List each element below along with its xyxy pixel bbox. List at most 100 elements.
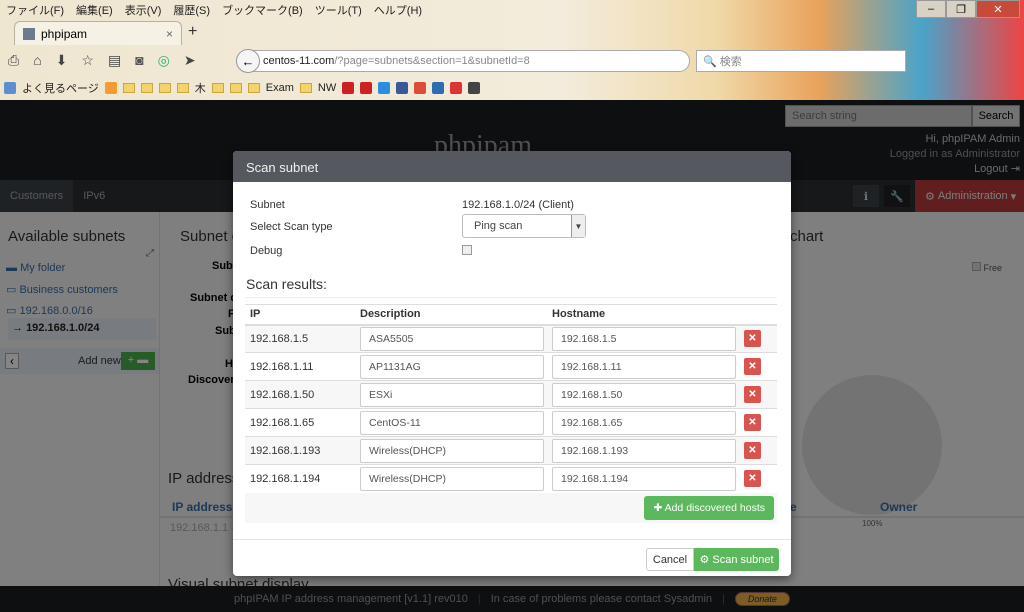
- bookmark-folder-nw[interactable]: NW: [318, 82, 336, 94]
- debug-checkbox[interactable]: [462, 245, 472, 255]
- menu-help[interactable]: ヘルプ(H): [374, 2, 422, 18]
- print-icon[interactable]: ⎙: [8, 52, 19, 69]
- browser-tab[interactable]: phpipam ×: [14, 21, 182, 45]
- scan-result-row: 192.168.1.5 ASA5505 192.168.1.5 ✕: [245, 324, 777, 353]
- menu-edit[interactable]: 編集(E): [76, 2, 113, 18]
- modal-footer: Cancel ⚙ Scan subnet: [233, 539, 791, 576]
- col-hostname: Hostname: [547, 304, 739, 326]
- remove-row-button[interactable]: ✕: [744, 442, 761, 459]
- menu-history[interactable]: 履歴(S): [173, 2, 210, 18]
- description-input[interactable]: CentOS-11: [360, 410, 544, 435]
- hostname-input[interactable]: 192.168.1.194: [552, 466, 736, 491]
- reader-icon[interactable]: ▤: [108, 52, 121, 69]
- add-hosts-label: Add discovered hosts: [664, 502, 765, 514]
- result-ip: 192.168.1.193: [245, 436, 355, 465]
- download-icon[interactable]: ⬇: [56, 52, 68, 69]
- cogs-icon: ⚙: [699, 554, 713, 566]
- chevron-down-icon: ▼: [571, 215, 585, 237]
- scan-result-row: 192.168.1.11 AP1131AG 192.168.1.11 ✕: [245, 352, 777, 381]
- folder-icon[interactable]: [211, 83, 224, 93]
- scan-subnet-button[interactable]: ⚙ Scan subnet: [694, 548, 779, 571]
- remove-row-button[interactable]: ✕: [744, 330, 761, 348]
- menu-tools[interactable]: ツール(T): [315, 2, 362, 18]
- hostname-input[interactable]: 192.168.1.5: [552, 326, 736, 351]
- remove-row-button[interactable]: ✕: [744, 414, 761, 431]
- description-input[interactable]: AP1131AG: [360, 354, 544, 379]
- description-input[interactable]: Wireless(DHCP): [360, 438, 544, 463]
- restore-button[interactable]: ❐: [946, 0, 976, 18]
- scan-type-label: Select Scan type: [250, 221, 333, 233]
- menu-bar: ファイル(F) 編集(E) 表示(V) 履歴(S) ブックマーク(B) ツール(…: [6, 2, 422, 18]
- menu-bookmarks[interactable]: ブックマーク(B): [222, 2, 303, 18]
- scan-subnet-modal: Scan subnet Subnet 192.168.1.0/24 (Clien…: [233, 151, 791, 576]
- remove-row-button[interactable]: ✕: [744, 386, 761, 403]
- bookmarks-bar: よく見るページ 木 Exam NW: [0, 77, 481, 99]
- hostname-input[interactable]: 192.168.1.193: [552, 438, 736, 463]
- folder-icon[interactable]: [158, 83, 171, 93]
- folder-icon[interactable]: [229, 83, 242, 93]
- folder-icon[interactable]: [122, 83, 135, 93]
- result-ip: 192.168.1.65: [245, 408, 355, 437]
- send-icon[interactable]: ➤: [184, 52, 196, 69]
- hostname-input[interactable]: 192.168.1.11: [552, 354, 736, 379]
- bookmark-star-icon[interactable]: ☆: [81, 52, 94, 69]
- folder-icon: [299, 83, 312, 93]
- youtube-icon[interactable]: [450, 82, 463, 94]
- url-path: /?page=subnets&section=1&subnetId=8: [334, 55, 530, 67]
- subnet-value: 192.168.1.0/24 (Client): [462, 199, 574, 211]
- url-host: centos-11.com: [263, 55, 335, 67]
- bookmark-folder-exam[interactable]: Exam: [266, 82, 294, 94]
- scan-result-row: 192.168.1.65 CentOS-11 192.168.1.65 ✕: [245, 408, 777, 437]
- new-tab-button[interactable]: +: [188, 23, 197, 41]
- pocket-icon[interactable]: ◙: [135, 52, 143, 68]
- menu-file[interactable]: ファイル(F): [6, 2, 64, 18]
- cancel-button[interactable]: Cancel: [646, 548, 694, 571]
- remove-row-button[interactable]: ✕: [744, 358, 761, 375]
- subnet-label: Subnet: [250, 199, 285, 211]
- browser-search-input[interactable]: 🔍 検索: [696, 50, 906, 72]
- facebook-icon[interactable]: [396, 82, 409, 94]
- tab-close-icon[interactable]: ×: [166, 27, 173, 41]
- dropbox-icon[interactable]: [432, 82, 445, 94]
- menu-view[interactable]: 表示(V): [125, 2, 162, 18]
- debug-label: Debug: [250, 245, 283, 257]
- hostname-input[interactable]: 192.168.1.50: [552, 382, 736, 407]
- add-discovered-hosts-button[interactable]: ✚ Add discovered hosts: [644, 496, 774, 520]
- scan-result-row: 192.168.1.193 Wireless(DHCP) 192.168.1.1…: [245, 436, 777, 465]
- rss-icon[interactable]: [104, 82, 117, 94]
- bookmark-icon[interactable]: [468, 82, 481, 94]
- bookmark-folder-ki[interactable]: 木: [195, 80, 206, 96]
- description-input[interactable]: Wireless(DHCP): [360, 466, 544, 491]
- divider: [245, 297, 777, 298]
- scan-result-row: 192.168.1.50 ESXi 192.168.1.50 ✕: [245, 380, 777, 409]
- google-icon[interactable]: [414, 82, 427, 94]
- scan-type-select[interactable]: Ping scan ▼: [462, 214, 586, 238]
- result-ip: 192.168.1.5: [245, 324, 355, 353]
- most-visited-icon: [4, 82, 16, 94]
- col-description: Description: [355, 304, 547, 326]
- modal-title: Scan subnet: [233, 151, 791, 182]
- url-bar[interactable]: centos-11.com/?page=subnets&section=1&su…: [236, 50, 690, 72]
- home-icon[interactable]: ⌂: [33, 52, 41, 68]
- yahoo-icon[interactable]: [360, 82, 373, 94]
- scan-results-table: IP Description Hostname 192.168.1.5 ASA5…: [245, 304, 777, 493]
- description-input[interactable]: ESXi: [360, 382, 544, 407]
- favicon-icon: [23, 27, 35, 40]
- yahoo-icon[interactable]: [342, 82, 355, 94]
- back-button[interactable]: ←: [236, 49, 260, 73]
- close-window-button[interactable]: ✕: [976, 0, 1020, 18]
- remove-row-button[interactable]: ✕: [744, 470, 761, 488]
- grammarly-icon[interactable]: ◎: [158, 52, 170, 69]
- twitter-icon[interactable]: [378, 82, 391, 94]
- add-hosts-bar: ✚ Add discovered hosts: [245, 493, 777, 523]
- folder-icon[interactable]: [140, 83, 153, 93]
- description-input[interactable]: ASA5505: [360, 326, 544, 351]
- folder-icon: [247, 83, 260, 93]
- bookmark-most-visited[interactable]: よく見るページ: [22, 80, 99, 96]
- tab-title: phpipam: [41, 26, 88, 41]
- result-ip: 192.168.1.11: [245, 352, 355, 381]
- minimize-button[interactable]: –: [916, 0, 946, 18]
- browser-chrome: ファイル(F) 編集(E) 表示(V) 履歴(S) ブックマーク(B) ツール(…: [0, 0, 1024, 100]
- scan-results-title: Scan results:: [246, 276, 327, 292]
- hostname-input[interactable]: 192.168.1.65: [552, 410, 736, 435]
